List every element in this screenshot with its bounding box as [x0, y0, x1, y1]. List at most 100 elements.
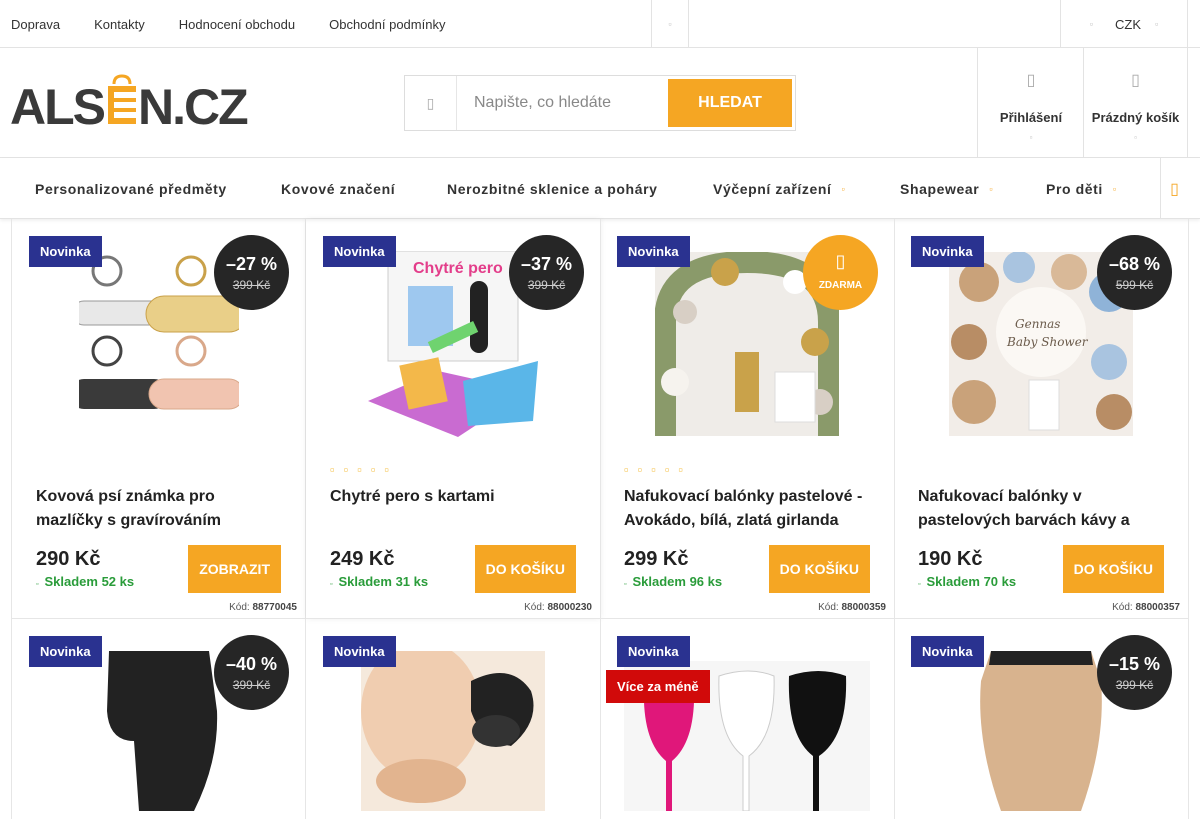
badge-novinka: Novinka — [29, 636, 102, 667]
nav-more-button[interactable]: ▯ — [1160, 158, 1188, 219]
product-name[interactable]: Nafukovací balónky v pastelových barvách… — [918, 485, 1158, 533]
chevron-down-icon: ▫ — [1112, 183, 1117, 194]
code-value: 88000357 — [1135, 602, 1181, 613]
login-label: Přihlášení — [999, 110, 1063, 125]
product-image[interactable] — [361, 651, 545, 811]
chevron-down-icon: ▫ — [1134, 133, 1137, 142]
nav-item-label: Kovové značení — [281, 180, 396, 197]
product-card[interactable]: Novinka ▯ ZDARMA ▫▫▫▫▫ Nafukovací balónk… — [600, 219, 895, 619]
currency-label: CZK — [1115, 16, 1141, 32]
check-icon: ▫ — [330, 581, 333, 588]
discount-percent: –27 % — [225, 253, 278, 274]
old-price: 399 Kč — [1115, 677, 1154, 692]
chevron-down-icon: ▫ — [989, 183, 994, 194]
badge-novinka: Novinka — [29, 236, 102, 267]
nav-item-kovove[interactable]: Kovové značení — [281, 158, 395, 219]
svg-text:ALS: ALS — [10, 79, 105, 132]
discount-percent: –15 % — [1108, 653, 1161, 674]
top-link-kontakty[interactable]: Kontakty — [83, 17, 156, 32]
top-toggle[interactable]: ▫ — [651, 0, 689, 48]
product-card[interactable]: Novinka Více za méně — [600, 619, 895, 819]
product-price: 290 Kč — [36, 548, 101, 570]
product-name[interactable]: Chytré pero s kartami — [330, 485, 570, 533]
product-image[interactable] — [99, 651, 219, 811]
stock-status: ▫ Skladem 31 ks — [330, 574, 428, 589]
product-card[interactable]: Chytré pero Novinka –37 % 399 Kč ▫▫▫▫▫ C… — [306, 219, 601, 619]
code-value: 88000230 — [547, 602, 593, 613]
nav-item-label: Nerozbitné sklenice a poháry — [447, 180, 658, 197]
search-icon[interactable]: ▯ — [405, 76, 457, 130]
free-shipping-badge: ▯ ZDARMA — [803, 235, 878, 310]
product-price: 249 Kč — [330, 548, 395, 570]
old-price: 399 Kč — [232, 277, 271, 292]
nav-item-shapewear[interactable]: Shapewear ▫ — [900, 158, 993, 219]
nav-item-sklenice[interactable]: Nerozbitné sklenice a poháry — [447, 158, 658, 219]
discount-badge: –27 % 399 Kč — [214, 235, 289, 310]
nav-item-label: Shapewear — [900, 180, 980, 197]
product-image[interactable] — [971, 651, 1111, 811]
nav-item-label: Výčepní zařízení — [713, 180, 832, 197]
old-price: 399 Kč — [232, 677, 271, 692]
top-link-podminky[interactable]: Obchodní podmínky — [318, 17, 456, 32]
nav-item-vycepni[interactable]: Výčepní zařízení ▫ — [713, 158, 845, 219]
discount-percent: –37 % — [520, 253, 573, 274]
top-link-hodnoceni[interactable]: Hodnocení obchodu — [168, 17, 306, 32]
chevron-icon: ▫ — [668, 19, 672, 29]
stock-status: ▫ Skladem 52 ks — [36, 574, 134, 589]
badge-novinka: Novinka — [911, 636, 984, 667]
top-bar: Doprava Kontakty Hodnocení obchodu Obcho… — [0, 0, 1200, 48]
stock-status: ▫ Skladem 70 ks — [918, 574, 1016, 589]
logo[interactable]: ALS N.CZ — [10, 74, 270, 132]
badge-novinka: Novinka — [617, 236, 690, 267]
top-links: Doprava Kontakty Hodnocení obchodu Obcho… — [0, 0, 468, 48]
main-nav: Personalizované předměty Kovové značení … — [0, 158, 1200, 219]
check-icon: ▫ — [624, 581, 627, 588]
code-value: 88000359 — [841, 602, 887, 613]
chevron-down-icon: ▫ — [1155, 19, 1159, 29]
search-input[interactable] — [457, 94, 667, 112]
menu-icon: ▯ — [1170, 180, 1179, 198]
stock-status: ▫ Skladem 96 ks — [624, 574, 722, 589]
search-button[interactable]: HLEDAT — [668, 79, 792, 127]
svg-text:N.CZ: N.CZ — [138, 79, 248, 132]
badge-vice-za-mene: Více za méně — [606, 670, 710, 703]
stock-label: Skladem 52 ks — [44, 574, 135, 589]
stock-label: Skladem 70 ks — [926, 574, 1017, 589]
product-code: Kód: 88000230 — [524, 602, 592, 613]
product-card[interactable]: Novinka — [306, 619, 601, 819]
old-price: 599 Kč — [1115, 277, 1154, 292]
nav-item-label: Pro děti — [1046, 180, 1103, 197]
badge-novinka: Novinka — [323, 236, 396, 267]
code-label: Kód: — [818, 602, 839, 613]
nav-item-personalizovane[interactable]: Personalizované předměty — [35, 158, 227, 219]
add-to-cart-button[interactable]: DO KOŠÍKU — [474, 545, 576, 593]
product-code: Kód: 88000357 — [1112, 602, 1180, 613]
product-price: 299 Kč — [624, 548, 689, 570]
currency-selector[interactable]: ▫ CZK ▫ — [1060, 0, 1188, 48]
product-name[interactable]: Nafukovací balónky pastelové - Avokádo, … — [624, 485, 864, 533]
stock-label: Skladem 31 ks — [338, 574, 429, 589]
nav-item-pro-deti[interactable]: Pro děti ▫ — [1046, 158, 1117, 219]
badge-novinka: Novinka — [617, 636, 690, 667]
add-to-cart-button[interactable]: DO KOŠÍKU — [768, 545, 870, 593]
product-name[interactable]: Kovová psí známka pro mazlíčky s gravíro… — [36, 485, 276, 533]
free-shipping-label: ZDARMA — [818, 279, 863, 291]
add-to-cart-button[interactable]: DO KOŠÍKU — [1062, 545, 1164, 593]
discount-badge: –68 % 599 Kč — [1097, 235, 1172, 310]
product-code: Kód: 88770045 — [229, 602, 297, 613]
chevron-down-icon: ▫ — [841, 183, 846, 194]
code-label: Kód: — [1112, 602, 1133, 613]
cart-button[interactable]: ▯ Prázdný košík ▫ — [1083, 48, 1188, 157]
top-link-doprava[interactable]: Doprava — [0, 17, 71, 32]
search-bar: ▯ HLEDAT — [404, 75, 796, 131]
discount-badge: –37 % 399 Kč — [509, 235, 584, 310]
svg-text:Chytré pero: Chytré pero — [413, 260, 503, 277]
show-button[interactable]: ZOBRAZIT — [188, 545, 281, 593]
product-card[interactable]: Novinka –40 % 399 Kč — [11, 619, 306, 819]
discount-badge: –40 % 399 Kč — [214, 635, 289, 710]
product-card[interactable]: Novinka –27 % 399 Kč Kovová psí známka p… — [11, 219, 306, 619]
login-button[interactable]: ▯ Přihlášení ▫ — [977, 48, 1084, 157]
stock-label: Skladem 96 ks — [632, 574, 723, 589]
product-card[interactable]: Novinka –15 % 399 Kč — [894, 619, 1189, 819]
product-card[interactable]: Gennas Baby Shower Novinka –68 % 599 Kč … — [894, 219, 1189, 619]
